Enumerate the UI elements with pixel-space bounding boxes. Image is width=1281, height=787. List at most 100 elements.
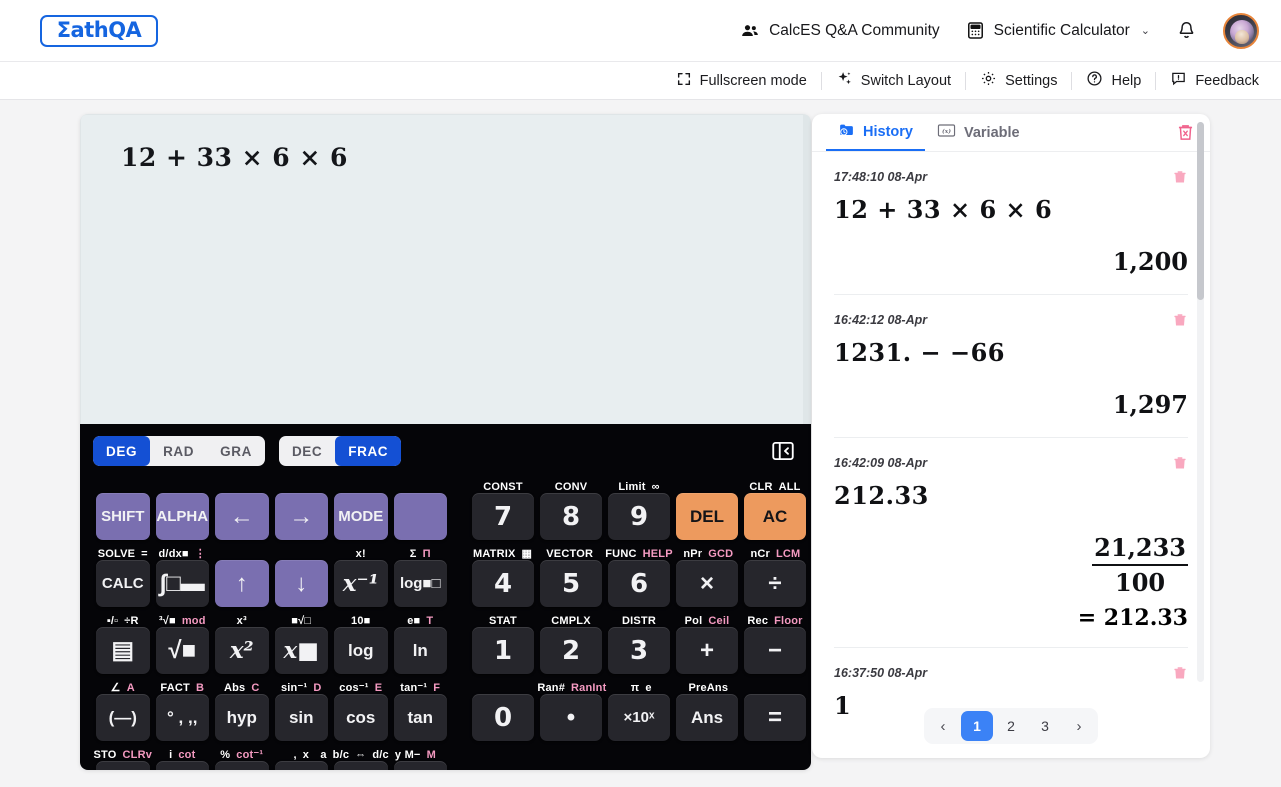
key-7[interactable]: 7 <box>472 493 534 540</box>
key-eng[interactable]: ENG <box>155 761 209 770</box>
history-item[interactable]: 16:42:12 08-Apr 1231. − −66 1,297 <box>834 295 1188 438</box>
key-blank[interactable]: + <box>676 627 738 674</box>
feedback-button[interactable]: Feedback <box>1156 70 1273 91</box>
key-rcl[interactable]: RCL <box>96 761 150 770</box>
key-blank[interactable]: • <box>540 694 602 741</box>
tab-variable[interactable]: (x) Variable <box>925 114 1032 151</box>
key-blank[interactable]: ∫□▬ <box>155 560 209 607</box>
key-blank[interactable]: ) <box>274 761 328 770</box>
help-button[interactable]: Help <box>1072 70 1155 91</box>
key-mode[interactable]: MODE <box>334 493 388 540</box>
mode-rad[interactable]: RAD <box>150 436 207 466</box>
history-icon <box>838 121 855 142</box>
key-log[interactable]: log■□ <box>393 560 447 607</box>
mode-frac[interactable]: FRAC <box>335 436 402 466</box>
bell-icon[interactable] <box>1176 20 1197 41</box>
key-0[interactable]: 0 <box>472 694 534 741</box>
key-alpha[interactable]: ALPHA <box>155 493 209 540</box>
key-secondary-label: VECTOR <box>546 548 594 560</box>
key-8[interactable]: 8 <box>540 493 602 540</box>
key-1[interactable]: 1 <box>472 627 534 674</box>
switch-layout-button[interactable]: Switch Layout <box>822 70 965 91</box>
calculator-icon <box>966 21 985 40</box>
settings-button[interactable]: Settings <box>966 70 1071 91</box>
key-9[interactable]: 9 <box>608 493 670 540</box>
key-secondary-label: nCr LCM <box>750 548 801 560</box>
mode-gra[interactable]: GRA <box>207 436 265 466</box>
key-secondary-label <box>272 476 332 493</box>
delete-history-icon[interactable] <box>1172 311 1188 329</box>
delete-history-icon[interactable] <box>1172 664 1188 682</box>
key-ln[interactable]: ln <box>393 627 447 674</box>
key-sd[interactable]: S⇔D <box>334 761 388 770</box>
mode-deg[interactable]: DEG <box>93 436 151 466</box>
keypad-label-row <box>93 476 450 493</box>
key-x[interactable]: x■ <box>274 627 328 674</box>
key-blank[interactable]: ↑ <box>215 560 269 607</box>
key-3[interactable]: 3 <box>608 627 670 674</box>
key-blank[interactable]: = <box>744 694 806 741</box>
key-10[interactable]: ×10ˣ <box>608 694 670 741</box>
delete-history-icon[interactable] <box>1172 454 1188 472</box>
key-m[interactable]: M+ <box>393 761 447 770</box>
history-list[interactable]: 17:48:10 08-Apr 12 + 33 × 6 × 6 1,200 16:42… <box>812 152 1210 758</box>
mode-dec[interactable]: DEC <box>279 436 335 466</box>
key-blank[interactable]: − <box>744 627 806 674</box>
key-calc[interactable]: CALC <box>96 560 150 607</box>
key-6[interactable]: 6 <box>608 560 670 607</box>
history-scrollbar[interactable] <box>1197 122 1204 682</box>
key-log[interactable]: log <box>334 627 388 674</box>
key-secondary-label: ■√□ <box>291 615 312 627</box>
key-ans[interactable]: Ans <box>676 694 738 741</box>
history-item[interactable]: 16:42:09 08-Apr 212.33 21,233 100 = 212.33 <box>834 438 1188 648</box>
key-shift[interactable]: SHIFT <box>96 493 150 540</box>
key-x[interactable]: x⁻¹ <box>334 560 388 607</box>
key-blank[interactable]: × <box>676 560 738 607</box>
display-scrollbar[interactable] <box>803 115 810 424</box>
chevron-down-icon[interactable]: ⌄ <box>1141 24 1150 37</box>
keypad-label-row: STAT CMPLX DISTR Pol Ceil Rec Floor <box>469 610 809 627</box>
collapse-panel-icon[interactable] <box>768 436 798 466</box>
calculator-display[interactable]: 12 + 33 × 6 × 6 <box>80 114 811 424</box>
key-blank[interactable]: ( <box>215 761 269 770</box>
key-del[interactable]: DEL <box>676 493 738 540</box>
pagination-next[interactable]: › <box>1063 711 1095 741</box>
key-sin[interactable]: sin <box>274 694 328 741</box>
key-blank[interactable]: ° , ,, <box>155 694 209 741</box>
nav-calculator[interactable]: Scientific Calculator ⌄ <box>966 21 1150 40</box>
user-avatar[interactable] <box>1223 12 1259 49</box>
tab-history[interactable]: History <box>826 114 925 151</box>
pagination-page-1[interactable]: 1 <box>961 711 993 741</box>
history-item[interactable]: 17:48:10 08-Apr 12 + 33 × 6 × 6 1,200 <box>834 152 1188 295</box>
history-result: 1,200 <box>1112 247 1188 276</box>
key-blank[interactable]: ← <box>215 493 269 540</box>
pagination-page-2[interactable]: 2 <box>995 711 1027 741</box>
pagination-prev[interactable]: ‹ <box>927 711 959 741</box>
key-blank[interactable]: (—) <box>96 694 150 741</box>
key-5[interactable]: 5 <box>540 560 602 607</box>
key-ac[interactable]: AC <box>744 493 806 540</box>
clear-all-icon[interactable] <box>1175 122 1196 143</box>
key-x[interactable]: x² <box>215 627 269 674</box>
pagination-page-3[interactable]: 3 <box>1029 711 1061 741</box>
app-logo[interactable]: ΣathQA <box>40 14 158 47</box>
key-2[interactable]: 2 <box>540 627 602 674</box>
key-4[interactable]: 4 <box>472 560 534 607</box>
key-cos[interactable]: cos <box>334 694 388 741</box>
key-blank[interactable]: ÷ <box>744 560 806 607</box>
key-secondary-label: a b/c ⇔ d/c y <box>320 749 402 761</box>
key-secondary-label: DISTR <box>622 615 656 627</box>
fullscreen-mode-button[interactable]: Fullscreen mode <box>662 71 821 91</box>
key-blank[interactable]: √■ <box>155 627 209 674</box>
key-tan[interactable]: tan <box>393 694 447 741</box>
fullscreen-label: Fullscreen mode <box>699 72 807 89</box>
keypad-label-row: SOLVE = d/dx■ ⋮ x! Σ Π <box>93 543 450 560</box>
key-blank[interactable] <box>393 493 447 540</box>
key-blank[interactable]: ▤ <box>96 627 150 674</box>
delete-history-icon[interactable] <box>1172 168 1188 186</box>
key-blank[interactable]: → <box>274 493 328 540</box>
key-hyp[interactable]: hyp <box>215 694 269 741</box>
nav-community[interactable]: CalcES Q&A Community <box>740 21 940 41</box>
key-secondary-label <box>469 677 536 694</box>
key-blank[interactable]: ↓ <box>274 560 328 607</box>
